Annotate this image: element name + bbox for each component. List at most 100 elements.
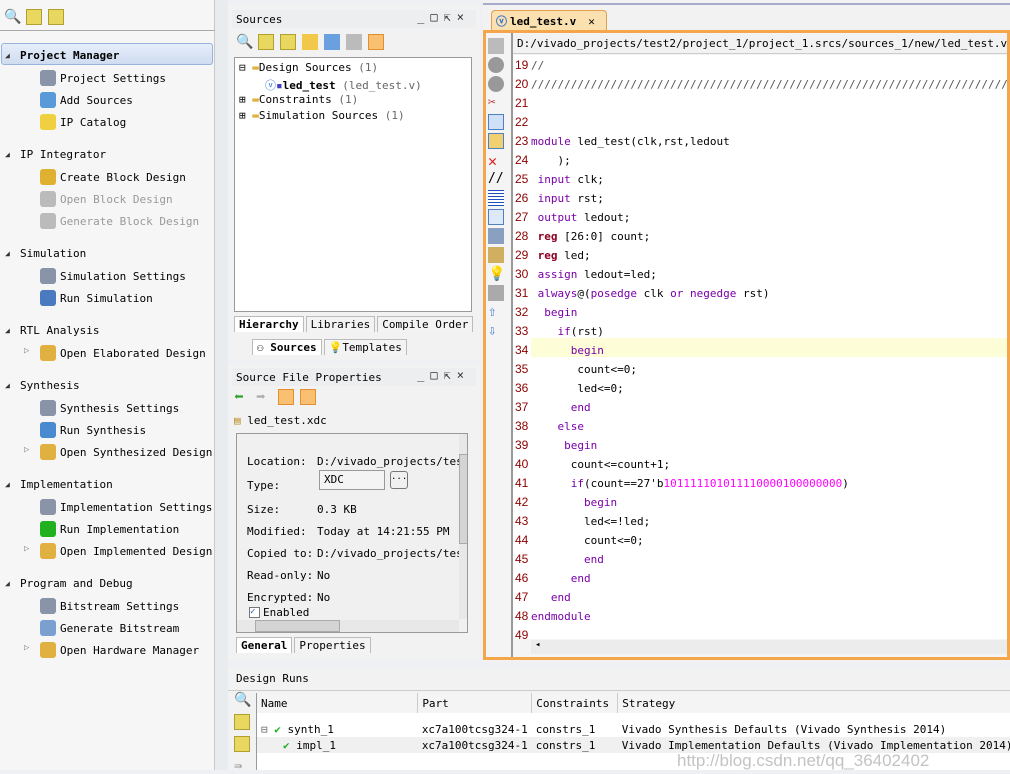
browse-button[interactable]: ...	[390, 471, 408, 489]
code-area[interactable]: 19//20//////////////////////////////////…	[513, 55, 1007, 639]
flow-section-title[interactable]: Implementation	[20, 478, 113, 491]
collapse-section-icon[interactable]: ◢	[5, 579, 10, 588]
flow-section-title[interactable]: Synthesis	[20, 379, 80, 392]
expand-arrow-icon[interactable]: ▷	[24, 544, 29, 554]
flow-item[interactable]: Create Block Design	[40, 167, 186, 187]
tab-hierarchy[interactable]: Hierarchy	[234, 316, 304, 332]
collapse-all-icon[interactable]	[26, 9, 42, 25]
forward-arrow-icon[interactable]: ➡	[256, 389, 272, 405]
collapse-section-icon[interactable]: ◢	[5, 249, 10, 258]
collapse-all-icon[interactable]	[258, 34, 274, 50]
tree-node-led-test[interactable]: ⓥ▪led_test (led_test.v)	[265, 77, 422, 93]
expand-arrow-icon[interactable]: ▷	[24, 643, 29, 653]
vertical-scrollbar[interactable]	[459, 434, 467, 619]
enabled-checkbox[interactable]: ✓ Enabled	[249, 606, 309, 619]
cut-icon[interactable]: ✂	[488, 95, 504, 111]
tab-compile-order[interactable]: Compile Order	[377, 316, 474, 332]
undo-icon[interactable]	[488, 57, 504, 73]
collapse-all-icon[interactable]	[234, 714, 250, 730]
window-controls[interactable]: _□⇱×	[417, 368, 470, 382]
horizontal-scrollbar[interactable]	[237, 620, 459, 632]
flow-section-title[interactable]: RTL Analysis	[20, 324, 99, 337]
close-tab-icon[interactable]: ✕	[588, 15, 595, 28]
splitter[interactable]	[215, 0, 228, 770]
flow-item[interactable]: Simulation Settings	[40, 266, 186, 286]
flow-item[interactable]: Open Implemented Design	[40, 541, 212, 561]
tree-node-design-sources[interactable]: ⊟ ▬Design Sources (1)	[239, 61, 378, 74]
editor-tab-led-test[interactable]: ⓥ led_test.v ✕	[491, 10, 607, 31]
tab-sources[interactable]: ⚇ Sources	[252, 339, 322, 355]
flow-item[interactable]: Generate Block Design	[40, 211, 199, 231]
collapse-section-icon[interactable]: ◢	[5, 326, 10, 335]
expand-all-icon[interactable]	[280, 34, 296, 50]
flow-item[interactable]: IP Catalog	[40, 112, 126, 132]
help-icon[interactable]	[346, 34, 362, 50]
launch-icon[interactable]: ⇛	[234, 758, 250, 774]
column-name[interactable]: Name	[257, 693, 419, 713]
table-row[interactable]: ⊟ ✔ synth_1 xc7a100tcsg324-1 constrs_1 Viv…	[257, 721, 1010, 737]
collapse-section-icon[interactable]: ◢	[5, 381, 10, 390]
flow-item[interactable]: Implementation Settings	[40, 497, 212, 517]
save-icon[interactable]	[488, 38, 504, 54]
flow-item[interactable]: Run Implementation	[40, 519, 179, 539]
collapse-section-icon[interactable]: ◢	[5, 51, 10, 60]
edit-icon[interactable]	[488, 209, 504, 225]
add-sources-icon[interactable]	[324, 34, 340, 50]
collapse-section-icon[interactable]: ◢	[5, 480, 10, 489]
flow-item[interactable]: Add Sources	[40, 90, 133, 110]
flow-item[interactable]: Open Block Design	[40, 189, 173, 209]
type-field[interactable]: XDC	[319, 470, 385, 490]
flow-item[interactable]: Open Elaborated Design	[40, 343, 206, 363]
find-icon[interactable]	[488, 228, 504, 244]
flow-item[interactable]: Synthesis Settings	[40, 398, 179, 418]
flow-item[interactable]: Open Hardware Manager	[40, 640, 199, 660]
tree-node-simulation-sources[interactable]: ⊞ ▬Simulation Sources (1)	[239, 109, 405, 122]
search-icon[interactable]: 🔍	[236, 34, 253, 50]
flow-section-title[interactable]: Program and Debug	[20, 577, 133, 590]
find-in-files-icon[interactable]	[488, 247, 504, 263]
search-icon[interactable]: 🔍	[234, 692, 251, 708]
flow-item[interactable]: Open Synthesized Design	[40, 442, 212, 462]
collapse-section-icon[interactable]: ◢	[5, 150, 10, 159]
show-properties-icon[interactable]	[368, 34, 384, 50]
flow-item[interactable]: Bitstream Settings	[40, 596, 179, 616]
delete-icon[interactable]: ✕	[488, 152, 504, 170]
window-controls[interactable]: _□⇱×	[417, 10, 470, 24]
indent-icon[interactable]	[488, 190, 504, 206]
tab-libraries[interactable]: Libraries	[305, 316, 376, 332]
column-part[interactable]: Part	[417, 693, 533, 713]
horizontal-scrollbar[interactable]: ◂	[531, 640, 1007, 654]
tab-general[interactable]: General	[236, 637, 293, 653]
flow-item[interactable]: Run Simulation	[40, 288, 153, 308]
bookmark-icon[interactable]	[488, 285, 504, 301]
expand-all-icon[interactable]	[234, 736, 250, 752]
comment-icon[interactable]: //	[488, 171, 504, 187]
flow-item[interactable]: Project Settings	[40, 68, 166, 88]
code-token: input	[537, 173, 571, 186]
tab-properties[interactable]: Properties	[294, 637, 371, 653]
tab-templates[interactable]: 💡Templates	[323, 339, 407, 355]
open-folder-icon[interactable]	[302, 34, 318, 50]
column-constraints[interactable]: Constraints	[531, 693, 619, 713]
back-arrow-icon[interactable]: ⬅	[234, 389, 250, 405]
search-icon[interactable]: 🔍	[4, 9, 21, 25]
column-strategy[interactable]: Strategy	[617, 693, 1010, 713]
expand-arrow-icon[interactable]: ▷	[24, 445, 29, 455]
expand-arrow-icon[interactable]: ▷	[24, 346, 29, 356]
arrow-down-icon[interactable]: ⇩	[488, 323, 504, 339]
tree-node-constraints[interactable]: ⊞ ▬Constraints (1)	[239, 93, 358, 106]
copy-icon[interactable]	[488, 114, 504, 130]
redo-icon[interactable]	[488, 76, 504, 92]
expand-all-icon[interactable]	[48, 9, 64, 25]
flow-section-title[interactable]: Project Manager	[20, 49, 119, 62]
arrow-up-icon[interactable]: ⇧	[488, 304, 504, 320]
flow-section-title[interactable]: IP Integrator	[20, 148, 106, 161]
flow-item[interactable]: Run Synthesis	[40, 420, 146, 440]
select-pointer-icon[interactable]	[300, 389, 316, 405]
settings-icon[interactable]	[278, 389, 294, 405]
lightbulb-icon[interactable]: 💡	[488, 266, 505, 282]
paste-icon[interactable]	[488, 133, 504, 149]
flow-item[interactable]: Generate Bitstream	[40, 618, 179, 638]
flow-section-title[interactable]: Simulation	[20, 247, 86, 260]
